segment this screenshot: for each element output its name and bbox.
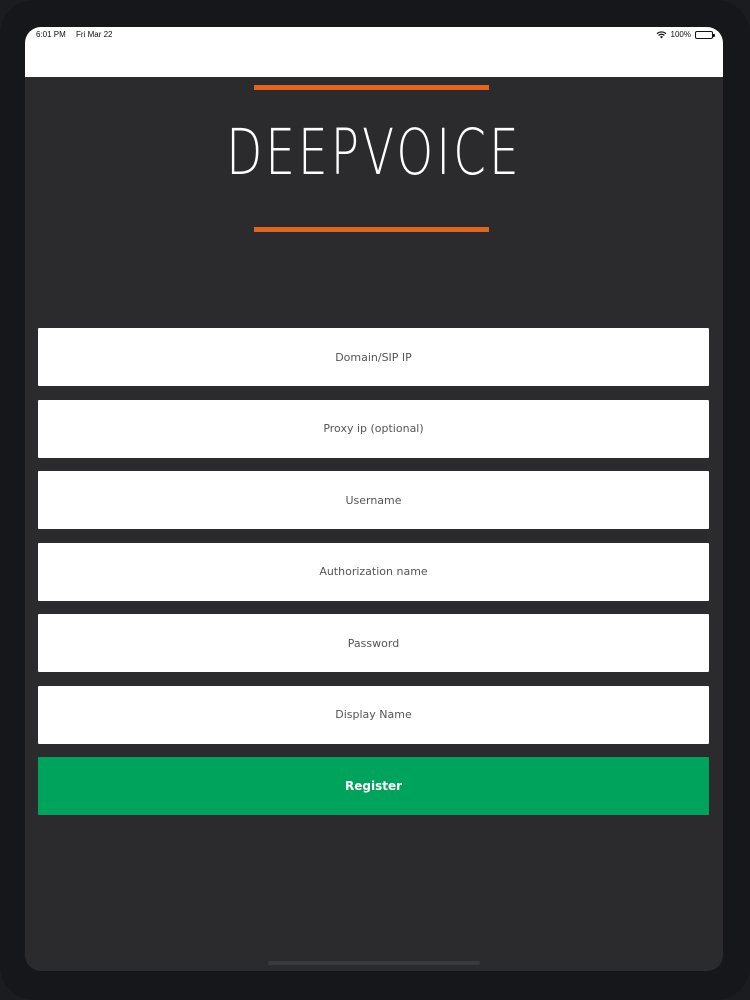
battery-percent: 100% xyxy=(670,30,691,39)
wifi-icon xyxy=(656,30,667,39)
app-screen: 6:01 PM Fri Mar 22 100% DEEPVOICE Domain… xyxy=(25,27,723,971)
register-button[interactable]: Register xyxy=(38,757,709,815)
display-name-input[interactable] xyxy=(38,685,709,744)
status-bar: 6:01 PM Fri Mar 22 100% xyxy=(25,27,723,77)
domain-sip-ip-input[interactable] xyxy=(38,328,709,386)
tablet-frame: 6:01 PM Fri Mar 22 100% DEEPVOICE Domain… xyxy=(0,0,750,1000)
battery-icon xyxy=(695,30,715,39)
password-input[interactable] xyxy=(38,614,709,672)
logo-top-bar xyxy=(254,85,489,90)
status-time: 6:01 PM xyxy=(36,30,66,39)
authorization-name-input[interactable] xyxy=(38,542,709,601)
username-input[interactable] xyxy=(38,471,709,529)
status-date: Fri Mar 22 xyxy=(76,30,113,39)
proxy-ip-input[interactable] xyxy=(38,399,709,458)
registration-form: Register xyxy=(38,328,709,815)
logo-text: DEEPVOICE xyxy=(226,116,522,190)
status-bar-right: 100% xyxy=(656,30,715,39)
status-bar-left: 6:01 PM Fri Mar 22 xyxy=(36,30,120,39)
home-indicator xyxy=(268,961,480,965)
logo-bottom-bar xyxy=(254,227,489,232)
deepvoice-logo: DEEPVOICE xyxy=(25,85,723,235)
